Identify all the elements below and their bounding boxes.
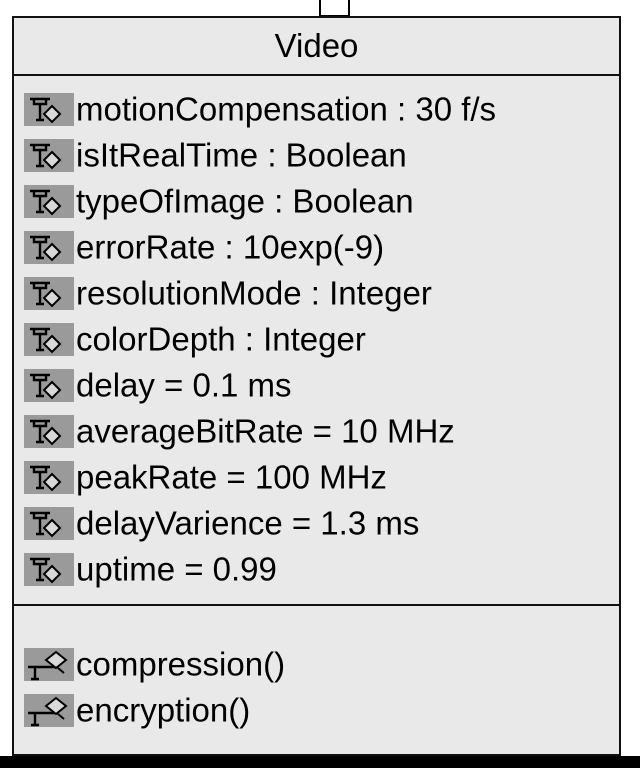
attribute-row-label: peakRate = 100 MHz: [76, 458, 387, 496]
attribute-row[interactable]: resolutionMode : Integer: [14, 270, 619, 316]
operation-row-label: encryption(): [76, 691, 251, 729]
attribute-row-label: typeOfImage : Boolean: [76, 182, 414, 220]
attribute-row-label: averageBitRate = 10 MHz: [76, 412, 455, 450]
attribute-row-label: errorRate : 10exp(-9): [76, 228, 385, 266]
association-connector: [319, 0, 350, 17]
protected-attribute-icon: [24, 93, 74, 126]
operation-row[interactable]: encryption(): [14, 687, 619, 733]
uml-class-box[interactable]: Video motionCompensation : 30 f/s isItRea…: [12, 16, 621, 756]
protected-attribute-icon: [24, 139, 74, 172]
class-name: Video: [14, 18, 619, 76]
protected-attribute-icon: [24, 369, 74, 402]
attribute-compartment: motionCompensation : 30 f/s isItRealTime …: [14, 76, 619, 606]
attribute-row[interactable]: isItRealTime : Boolean: [14, 132, 619, 178]
attribute-row-label: delayVarience = 1.3 ms: [76, 504, 420, 542]
attribute-row[interactable]: motionCompensation : 30 f/s: [14, 86, 619, 132]
bottom-edge-bar: [0, 756, 640, 768]
attribute-row[interactable]: averageBitRate = 10 MHz: [14, 408, 619, 454]
protected-attribute-icon: [24, 185, 74, 218]
attribute-row[interactable]: typeOfImage : Boolean: [14, 178, 619, 224]
attribute-row[interactable]: peakRate = 100 MHz: [14, 454, 619, 500]
protected-attribute-icon: [24, 553, 74, 586]
attribute-row-label: uptime = 0.99: [76, 550, 277, 588]
protected-attribute-icon: [24, 415, 74, 448]
attribute-row[interactable]: colorDepth : Integer: [14, 316, 619, 362]
attribute-row[interactable]: delayVarience = 1.3 ms: [14, 500, 619, 546]
protected-operation-icon: [24, 648, 74, 681]
attribute-row-label: colorDepth : Integer: [76, 320, 366, 358]
protected-attribute-icon: [24, 323, 74, 356]
protected-operation-icon: [24, 694, 74, 727]
protected-attribute-icon: [24, 277, 74, 310]
attribute-row-label: isItRealTime : Boolean: [76, 136, 407, 174]
attribute-row[interactable]: uptime = 0.99: [14, 546, 619, 592]
attribute-row-label: resolutionMode : Integer: [76, 274, 432, 312]
attribute-row-label: motionCompensation : 30 f/s: [76, 90, 497, 128]
operation-compartment: compression() encryption(): [14, 606, 619, 733]
protected-attribute-icon: [24, 231, 74, 264]
operation-row[interactable]: compression(): [14, 641, 619, 687]
protected-attribute-icon: [24, 461, 74, 494]
operation-row-label: compression(): [76, 645, 286, 683]
attribute-row[interactable]: errorRate : 10exp(-9): [14, 224, 619, 270]
attribute-row[interactable]: delay = 0.1 ms: [14, 362, 619, 408]
attribute-row-label: delay = 0.1 ms: [76, 366, 292, 404]
protected-attribute-icon: [24, 507, 74, 540]
